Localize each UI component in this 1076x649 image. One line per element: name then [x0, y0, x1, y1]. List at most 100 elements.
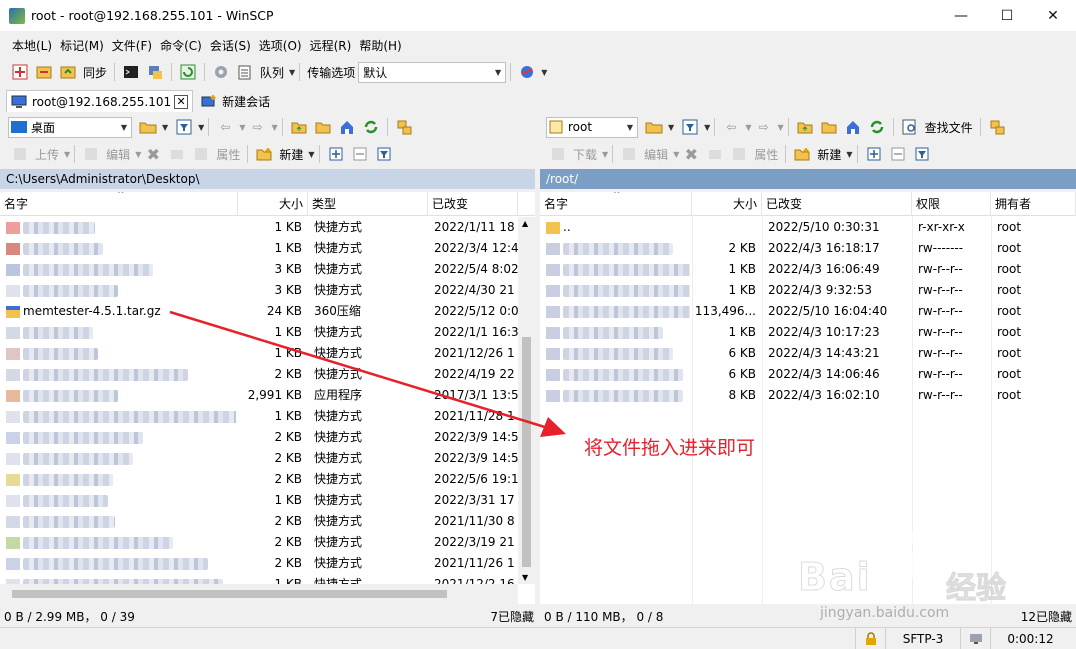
- remote-file-name[interactable]: [546, 322, 690, 343]
- chevron-down-icon[interactable]: ▼: [289, 68, 295, 77]
- local-file-row[interactable]: 3 KB 快捷方式 2022/4/30 21: [0, 280, 518, 301]
- find-files-icon[interactable]: [900, 117, 920, 137]
- open-folder-icon[interactable]: [138, 117, 158, 137]
- maximize-button[interactable]: ☐: [984, 0, 1030, 31]
- transfer-settings-select[interactable]: 默认 ▼: [358, 61, 507, 83]
- right-location-select[interactable]: root ▼: [546, 116, 638, 138]
- chevron-down-icon[interactable]: ▼: [668, 123, 674, 132]
- menu-local[interactable]: 本地(L): [8, 37, 56, 54]
- refresh-icon[interactable]: [867, 117, 887, 137]
- delete-icon[interactable]: ✖: [143, 144, 163, 164]
- properties-button[interactable]: 属性: [216, 146, 240, 163]
- remote-file-row[interactable]: 2 KB 2022/4/3 16:18:17 rw------- root: [540, 238, 1076, 259]
- remote-file-row[interactable]: 6 KB 2022/4/3 14:06:46 rw-r--r-- root: [540, 364, 1076, 385]
- queue-icon[interactable]: [235, 62, 255, 82]
- local-file-row[interactable]: memtester-4.5.1.tar.gz 24 KB 360压缩 2022/5/1…: [0, 301, 518, 322]
- local-file-name[interactable]: [6, 322, 236, 343]
- edit-button[interactable]: 编辑: [644, 146, 668, 163]
- terminal-icon[interactable]: [121, 62, 141, 82]
- local-file-row[interactable]: 1 KB 快捷方式 2022/3/4 12:4: [0, 238, 518, 259]
- back-arrow-icon[interactable]: ⇦: [215, 117, 235, 137]
- local-file-name[interactable]: [6, 217, 236, 238]
- remote-file-row[interactable]: 1 KB 2022/4/3 16:06:49 rw-r--r-- root: [540, 259, 1076, 280]
- remote-file-name[interactable]: [546, 280, 690, 301]
- remote-path-bar[interactable]: /root/: [540, 169, 1076, 189]
- chevron-down-icon[interactable]: ▼: [602, 150, 608, 159]
- menu-commands[interactable]: 命令(C): [156, 37, 206, 54]
- remote-file-row[interactable]: 6 KB 2022/4/3 14:43:21 rw-r--r-- root: [540, 343, 1076, 364]
- local-file-name[interactable]: [6, 343, 236, 364]
- upload-button[interactable]: 上传: [35, 146, 59, 163]
- local-file-row[interactable]: 2 KB 快捷方式 2022/3/9 14:5: [0, 448, 518, 469]
- remote-file-name[interactable]: [546, 343, 690, 364]
- select-all-icon[interactable]: [326, 144, 346, 164]
- minimize-button[interactable]: —: [938, 0, 984, 31]
- rename-icon[interactable]: [167, 144, 187, 164]
- synchronize-browse-icon[interactable]: [34, 62, 54, 82]
- local-file-name[interactable]: memtester-4.5.1.tar.gz: [6, 301, 236, 322]
- chevron-down-icon[interactable]: ▼: [704, 123, 710, 132]
- edit-icon[interactable]: [81, 144, 101, 164]
- scroll-up-arrow-icon[interactable]: ▲: [522, 219, 528, 228]
- menu-remote[interactable]: 远程(R): [306, 37, 356, 54]
- scroll-thumb[interactable]: [522, 337, 531, 567]
- local-file-name[interactable]: [6, 259, 236, 280]
- local-file-name[interactable]: [6, 427, 236, 448]
- chevron-down-icon[interactable]: ▼: [162, 123, 168, 132]
- remote-file-name[interactable]: [546, 385, 690, 406]
- chevron-down-icon[interactable]: ▼: [198, 123, 204, 132]
- remote-file-name[interactable]: [546, 259, 690, 280]
- local-file-name[interactable]: [6, 280, 236, 301]
- find-files-button[interactable]: 查找文件: [925, 119, 973, 136]
- menu-help[interactable]: 帮助(H): [355, 37, 405, 54]
- refresh-icon[interactable]: [361, 117, 381, 137]
- local-file-row[interactable]: 1 KB 快捷方式 2022/1/11 18: [0, 217, 518, 238]
- menu-options[interactable]: 选项(O): [255, 37, 306, 54]
- chevron-down-icon[interactable]: ▼: [777, 123, 783, 132]
- local-path-bar[interactable]: C:\Users\Administrator\Desktop\: [0, 169, 535, 189]
- upload-icon[interactable]: [10, 144, 30, 164]
- local-hidden-count[interactable]: 7已隐藏: [490, 608, 534, 625]
- remote-file-row[interactable]: 1 KB 2022/4/3 10:17:23 rw-r--r-- root: [540, 322, 1076, 343]
- menu-files[interactable]: 文件(F): [108, 37, 156, 54]
- local-file-row[interactable]: 1 KB 快捷方式 2022/1/1 16:3: [0, 322, 518, 343]
- column-rights[interactable]: 权限: [912, 192, 991, 216]
- local-file-row[interactable]: 2 KB 快捷方式 2022/5/6 19:1: [0, 469, 518, 490]
- tab-new-session[interactable]: 新建会话: [197, 90, 274, 112]
- chevron-down-icon[interactable]: ▼: [541, 68, 547, 77]
- remote-file-row[interactable]: 8 KB 2022/4/3 16:02:10 rw-r--r-- root: [540, 385, 1076, 406]
- download-icon[interactable]: [548, 144, 568, 164]
- remote-file-row[interactable]: 1 KB 2022/4/3 9:32:53 rw-r--r-- root: [540, 280, 1076, 301]
- remote-file-row[interactable]: .. 2022/5/10 0:30:31 r-xr-xr-x root: [540, 217, 1076, 238]
- column-type[interactable]: 类型: [308, 192, 428, 216]
- chevron-down-icon[interactable]: ▼: [846, 150, 852, 159]
- back-arrow-icon[interactable]: ⇦: [721, 117, 741, 137]
- rename-icon[interactable]: [705, 144, 725, 164]
- edit-icon[interactable]: [619, 144, 639, 164]
- queue-label[interactable]: 队列: [260, 64, 284, 81]
- column-modified[interactable]: 已改变: [428, 192, 518, 216]
- local-file-row[interactable]: 2,991 KB 应用程序 2017/3/1 13:5: [0, 385, 518, 406]
- local-file-row[interactable]: 3 KB 快捷方式 2022/5/4 8:02: [0, 259, 518, 280]
- chevron-down-icon[interactable]: ▼: [673, 150, 679, 159]
- new-button[interactable]: 新建: [817, 146, 841, 163]
- putty-icon[interactable]: [145, 62, 165, 82]
- new-button[interactable]: 新建: [279, 146, 303, 163]
- column-size[interactable]: 大小: [238, 192, 308, 216]
- remote-file-name[interactable]: [546, 301, 690, 322]
- unselect-all-icon[interactable]: [888, 144, 908, 164]
- transfer-globe-icon[interactable]: [517, 62, 537, 82]
- local-file-row[interactable]: 2 KB 快捷方式 2022/3/19 21: [0, 532, 518, 553]
- local-file-name[interactable]: [6, 406, 236, 427]
- chevron-down-icon[interactable]: ▼: [271, 123, 277, 132]
- home-icon[interactable]: [843, 117, 863, 137]
- remote-file-name[interactable]: [546, 364, 690, 385]
- bookmark-folder-icon[interactable]: [394, 117, 414, 137]
- local-file-name[interactable]: [6, 490, 236, 511]
- column-size[interactable]: 大小: [692, 192, 762, 216]
- local-file-name[interactable]: [6, 532, 236, 553]
- local-file-row[interactable]: 2 KB 快捷方式 2021/11/26 1: [0, 553, 518, 574]
- local-file-row[interactable]: 2 KB 快捷方式 2022/4/19 22: [0, 364, 518, 385]
- local-file-name[interactable]: [6, 448, 236, 469]
- properties-icon[interactable]: [729, 144, 749, 164]
